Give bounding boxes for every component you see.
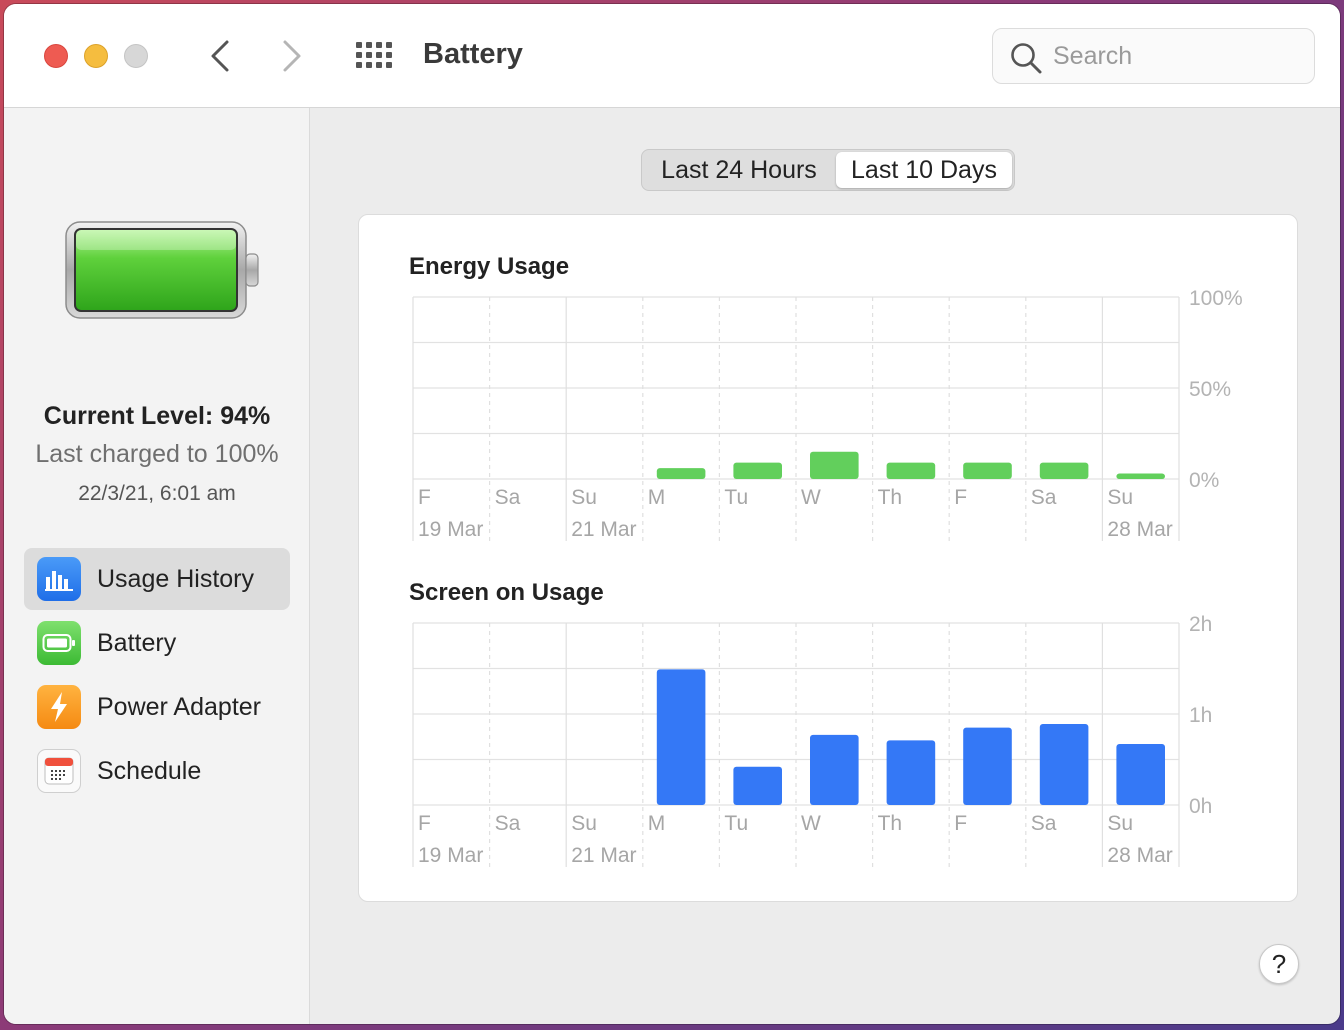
chart-bar (733, 462, 782, 479)
show-all-button[interactable] (356, 42, 392, 72)
sidebar-item-label: Schedule (97, 756, 202, 785)
x-tick-label: Sa (495, 486, 521, 509)
x-tick-label: Su (571, 812, 597, 835)
y-tick-label: 100% (1189, 287, 1243, 310)
y-tick-label: 0h (1189, 795, 1212, 818)
power-adapter-icon (37, 685, 81, 729)
chart-bar (810, 734, 859, 805)
chart-bar (733, 766, 782, 805)
schedule-icon (37, 749, 81, 793)
chart-bar (1039, 462, 1089, 479)
sidebar-item-label: Battery (97, 628, 177, 657)
chart-bar (656, 669, 706, 805)
date-label: 19 Mar (418, 518, 483, 541)
title-bar: Battery (4, 4, 1340, 108)
search-field[interactable] (992, 28, 1315, 84)
x-tick-label: Sa (495, 812, 521, 835)
chart-bar (810, 451, 859, 479)
x-tick-label: Th (878, 812, 903, 835)
window-title: Battery (423, 38, 523, 70)
x-tick-label: W (801, 812, 821, 835)
date-label: 19 Mar (418, 844, 483, 867)
sidebar-item-schedule[interactable]: Schedule (24, 740, 290, 802)
sidebar-item-battery[interactable]: Battery (24, 612, 290, 674)
sidebar-item-label: Power Adapter (97, 692, 261, 721)
battery-icon (37, 621, 81, 665)
sidebar-item-label: Usage History (97, 564, 254, 593)
battery-level-icon (65, 221, 259, 319)
forward-button[interactable] (274, 36, 310, 76)
chevron-left-icon (211, 40, 229, 72)
time-range-segmented-control: Last 24 Hours Last 10 Days (641, 149, 1015, 191)
x-tick-label: Tu (724, 486, 748, 509)
x-tick-label: W (801, 486, 821, 509)
x-tick-label: F (418, 486, 431, 509)
x-tick-label: Sa (1031, 486, 1057, 509)
x-tick-label: Su (1107, 812, 1133, 835)
date-label: 21 Mar (571, 518, 636, 541)
x-tick-label: Su (1107, 486, 1133, 509)
chart-bar (1039, 724, 1089, 805)
chart-bar (656, 468, 706, 479)
last-charged-time: 22/3/21, 6:01 am (78, 482, 236, 505)
chart-bar (963, 727, 1012, 805)
energy-usage-title: Energy Usage (409, 253, 570, 280)
date-label: 21 Mar (571, 844, 636, 867)
screen-usage-title: Screen on Usage (409, 579, 604, 606)
x-tick-label: Tu (724, 812, 748, 835)
tab-last-24-hours[interactable]: Last 24 Hours (644, 152, 834, 188)
energy-usage-chart: 100% 50% 0% F 19 Mar Sa Su 21 Mar M Tu W Th F Sa Su 28 … (412, 287, 1243, 541)
close-window-button[interactable] (44, 44, 68, 68)
y-tick-label: 1h (1189, 704, 1212, 727)
usage-history-icon (37, 557, 81, 601)
tab-last-10-days[interactable]: Last 10 Days (836, 152, 1012, 188)
date-label: 28 Mar (1107, 518, 1172, 541)
x-tick-label: Th (878, 486, 903, 509)
minimize-window-button[interactable] (84, 44, 108, 68)
usage-history-panel: Energy Usage 100% 50% 0% F 19 Mar Sa Su 21 Mar M… (358, 214, 1298, 902)
battery-window: Battery Search Current Level: 94% Last c… (4, 4, 1340, 1024)
y-tick-label: 50% (1189, 378, 1231, 401)
search-input[interactable] (1053, 39, 1303, 73)
chart-bar (886, 740, 936, 805)
y-tick-label: 2h (1189, 613, 1212, 636)
chart-bar (1116, 473, 1165, 479)
search-icon (1011, 43, 1042, 74)
screen-on-usage-chart: 2h 1h 0h F 19 Mar Sa Su 21 Mar M Tu W Th F Sa Su 28 Mar (412, 613, 1212, 867)
sidebar-item-power-adapter[interactable]: Power Adapter (24, 676, 290, 738)
chart-bar (963, 462, 1012, 479)
chart-bar (886, 462, 936, 479)
chevron-right-icon (283, 40, 301, 72)
current-level-text: Current Level: 94% (43, 402, 271, 430)
x-tick-label: F (418, 812, 431, 835)
sidebar: Current Level: 94% Last charged to 100% … (4, 108, 310, 1024)
zoom-window-button[interactable] (124, 44, 148, 68)
x-tick-label: M (648, 812, 666, 835)
help-button[interactable]: ? (1259, 944, 1299, 984)
x-tick-label: Su (571, 486, 597, 509)
x-tick-label: F (954, 486, 967, 509)
sidebar-item-usage-history[interactable]: Usage History (24, 548, 290, 610)
y-tick-label: 0% (1189, 469, 1219, 492)
chart-bar (1116, 744, 1165, 805)
x-tick-label: M (648, 486, 666, 509)
x-tick-label: F (954, 812, 967, 835)
last-charged-text: Last charged to 100% (35, 440, 279, 468)
back-button[interactable] (202, 36, 238, 76)
date-label: 28 Mar (1107, 844, 1172, 867)
x-tick-label: Sa (1031, 812, 1057, 835)
